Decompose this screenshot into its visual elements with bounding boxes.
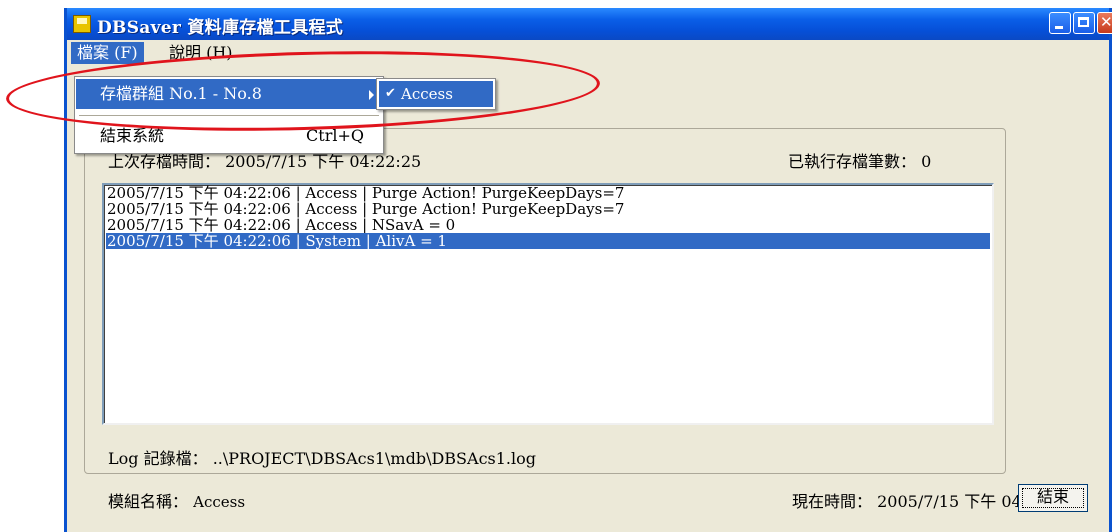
check-icon: ✔: [385, 86, 396, 101]
save-group-label: 存檔群組 No.1 - No.8: [100, 84, 262, 103]
minimize-button[interactable]: [1049, 12, 1071, 34]
menu-bar: 檔案 (F) 說明 (H): [67, 40, 1109, 66]
log-line[interactable]: 2005/7/15 下午 04:22:06 | Access | Purge A…: [106, 185, 990, 201]
submenu-item-access[interactable]: ✔ Access: [379, 81, 493, 107]
exec-count: 已執行存檔筆數： 0: [788, 148, 931, 172]
exec-count-label: 已執行存檔筆數：: [788, 152, 917, 171]
log-listbox[interactable]: 2005/7/15 下午 04:22:06 | Access | Purge A…: [102, 183, 994, 425]
end-button[interactable]: 結束: [1018, 484, 1088, 512]
file-dropdown-menu: 存檔群組 No.1 - No.8 結束系統 Ctrl+Q: [74, 76, 384, 154]
menu-item-exit[interactable]: 結束系統 Ctrl+Q: [76, 121, 382, 151]
app-icon: [73, 15, 91, 33]
logfile-label: Log 記錄檔：: [108, 449, 208, 468]
submenu-arrow-icon: [369, 90, 374, 100]
save-group-submenu: ✔ Access: [376, 78, 496, 110]
title-bar[interactable]: DBSaver 資料庫存檔工具程式: [67, 8, 1112, 40]
logfile-path: Log 記錄檔： ..\PROJECT\DBSAcs1\mdb\DBSAcs1.…: [108, 445, 536, 469]
exec-count-value: 0: [921, 152, 932, 171]
menu-separator: [79, 115, 379, 116]
current-time-label: 現在時間：: [792, 492, 873, 511]
module-value: Access: [193, 493, 246, 511]
log-line-selected[interactable]: 2005/7/15 下午 04:22:06 | System | AlivA =…: [106, 233, 990, 249]
close-button[interactable]: [1097, 12, 1112, 34]
log-line[interactable]: 2005/7/15 下午 04:22:06 | Access | NSavA =…: [106, 217, 990, 233]
module-name: 模組名稱： Access: [108, 488, 245, 512]
log-line[interactable]: 2005/7/15 下午 04:22:06 | Access | Purge A…: [106, 201, 990, 217]
maximize-button[interactable]: [1073, 12, 1095, 34]
submenu-item-label: Access: [401, 85, 453, 103]
menu-file[interactable]: 檔案 (F): [71, 42, 144, 64]
menu-help[interactable]: 說明 (H): [163, 42, 239, 64]
logfile-value: ..\PROJECT\DBSAcs1\mdb\DBSAcs1.log: [212, 449, 536, 468]
window-title: DBSaver 資料庫存檔工具程式: [97, 18, 344, 38]
menu-item-save-group[interactable]: 存檔群組 No.1 - No.8: [76, 79, 382, 109]
exit-shortcut: Ctrl+Q: [306, 126, 364, 145]
exit-label: 結束系統: [100, 126, 165, 145]
module-label: 模組名稱：: [108, 492, 189, 511]
last-save-label: 上次存檔時間：: [108, 152, 221, 171]
last-save-value: 2005/7/15 下午 04:22:25: [225, 152, 422, 171]
